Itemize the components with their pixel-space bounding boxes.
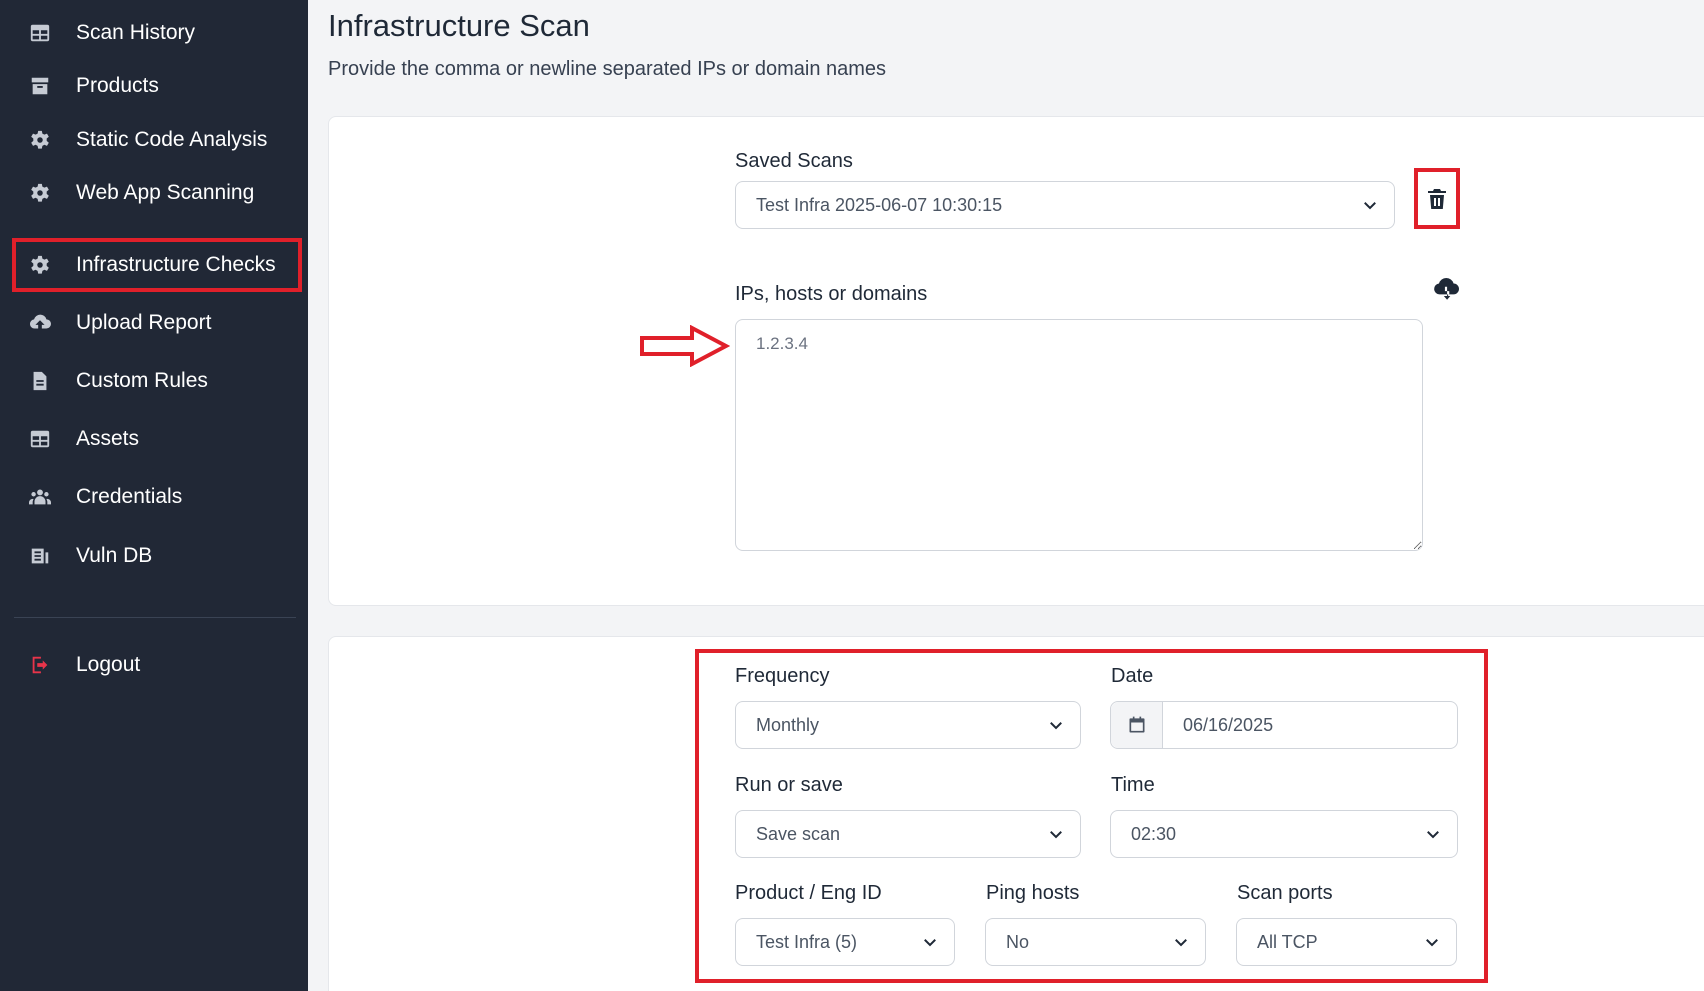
run-or-save-label: Run or save <box>735 774 843 796</box>
ping-hosts-value: No <box>1006 931 1030 952</box>
sidebar-item-label: Assets <box>76 427 140 450</box>
targets-label: IPs, hosts or domains <box>735 283 928 305</box>
sidebar-item-label: Custom Rules <box>76 369 208 392</box>
product-value: Test Infra (5) <box>756 931 858 952</box>
page-subtitle: Provide the comma or newline separated I… <box>328 58 887 80</box>
ping-hosts-label: Ping hosts <box>986 882 1080 904</box>
delete-saved-scan-button[interactable] <box>1414 168 1460 229</box>
chevron-down-icon <box>1032 716 1080 734</box>
time-select[interactable]: 02:30 <box>1110 810 1458 858</box>
chevron-down-icon <box>1032 825 1080 843</box>
page-title: Infrastructure Scan <box>328 8 590 43</box>
scan-ports-select[interactable]: All TCP <box>1236 918 1457 966</box>
trash-icon <box>1428 188 1446 209</box>
date-input[interactable]: 06/16/2025 <box>1110 701 1458 749</box>
product-select[interactable]: Test Infra (5) <box>735 918 955 966</box>
chevron-down-icon <box>1157 933 1205 951</box>
sidebar-item-custom-rules[interactable]: Custom Rules <box>14 356 300 406</box>
sidebar-item-label: Infrastructure Checks <box>76 253 276 276</box>
sidebar-divider <box>14 617 296 618</box>
cloud-upload-icon[interactable] <box>1433 277 1459 303</box>
time-label: Time <box>1111 774 1155 796</box>
sidebar-item-assets[interactable]: Assets <box>14 414 300 464</box>
logout-button[interactable]: Logout <box>14 640 300 690</box>
table-icon <box>14 22 66 44</box>
targets-textarea[interactable]: 1.2.3.4 <box>735 319 1423 551</box>
sidebar-item-products[interactable]: Products <box>14 61 300 111</box>
saved-scans-label: Saved Scans <box>735 150 853 172</box>
sidebar-item-static-code-analysis[interactable]: Static Code Analysis <box>14 115 300 165</box>
gear-icon <box>14 254 66 276</box>
scan-ports-value: All TCP <box>1257 931 1318 952</box>
logout-label: Logout <box>76 653 141 676</box>
frequency-label: Frequency <box>735 665 830 687</box>
chevron-down-icon <box>906 933 954 951</box>
chevron-down-icon <box>1408 933 1456 951</box>
sidebar-item-label: Scan History <box>76 21 196 44</box>
gear-icon <box>14 182 66 204</box>
file-icon <box>14 370 66 392</box>
run-or-save-value: Save scan <box>756 823 841 844</box>
product-label: Product / Eng ID <box>735 882 882 904</box>
sidebar-item-infrastructure-checks[interactable]: Infrastructure Checks <box>12 238 302 292</box>
sidebar: Scan History Products Static Code Analys… <box>0 0 308 991</box>
users-icon <box>14 486 66 508</box>
calendar-icon <box>1111 702 1163 748</box>
archive-icon <box>14 75 66 97</box>
sidebar-item-label: Upload Report <box>76 311 212 334</box>
saved-scans-value: Test Infra 2025-06-07 10:30:15 <box>756 194 1003 215</box>
sidebar-item-vuln-db[interactable]: Vuln DB <box>14 531 300 581</box>
red-arrow-annotation <box>640 325 730 367</box>
sidebar-item-web-app-scanning[interactable]: Web App Scanning <box>14 168 300 218</box>
date-label: Date <box>1111 665 1154 687</box>
sidebar-item-upload-report[interactable]: Upload Report <box>14 298 300 348</box>
time-value: 02:30 <box>1131 823 1177 844</box>
gear-icon <box>14 129 66 151</box>
sidebar-item-label: Vuln DB <box>76 544 153 567</box>
sidebar-item-label: Web App Scanning <box>76 181 255 204</box>
logout-icon <box>14 654 66 676</box>
date-value: 06/16/2025 <box>1183 714 1274 735</box>
sidebar-item-scan-history[interactable]: Scan History <box>14 8 300 58</box>
saved-scans-select[interactable]: Test Infra 2025-06-07 10:30:15 <box>735 181 1395 229</box>
chevron-down-icon <box>1409 825 1457 843</box>
frequency-select[interactable]: Monthly <box>735 701 1081 749</box>
sidebar-item-label: Products <box>76 74 159 97</box>
sidebar-item-label: Credentials <box>76 485 183 508</box>
frequency-value: Monthly <box>756 714 820 735</box>
sidebar-item-credentials[interactable]: Credentials <box>14 472 300 522</box>
database-icon <box>14 545 66 567</box>
cloud-upload-icon <box>14 312 66 334</box>
table-icon <box>14 428 66 450</box>
chevron-down-icon <box>1346 196 1394 214</box>
scan-ports-label: Scan ports <box>1237 882 1333 904</box>
sidebar-item-label: Static Code Analysis <box>76 128 268 151</box>
ping-hosts-select[interactable]: No <box>985 918 1206 966</box>
run-or-save-select[interactable]: Save scan <box>735 810 1081 858</box>
